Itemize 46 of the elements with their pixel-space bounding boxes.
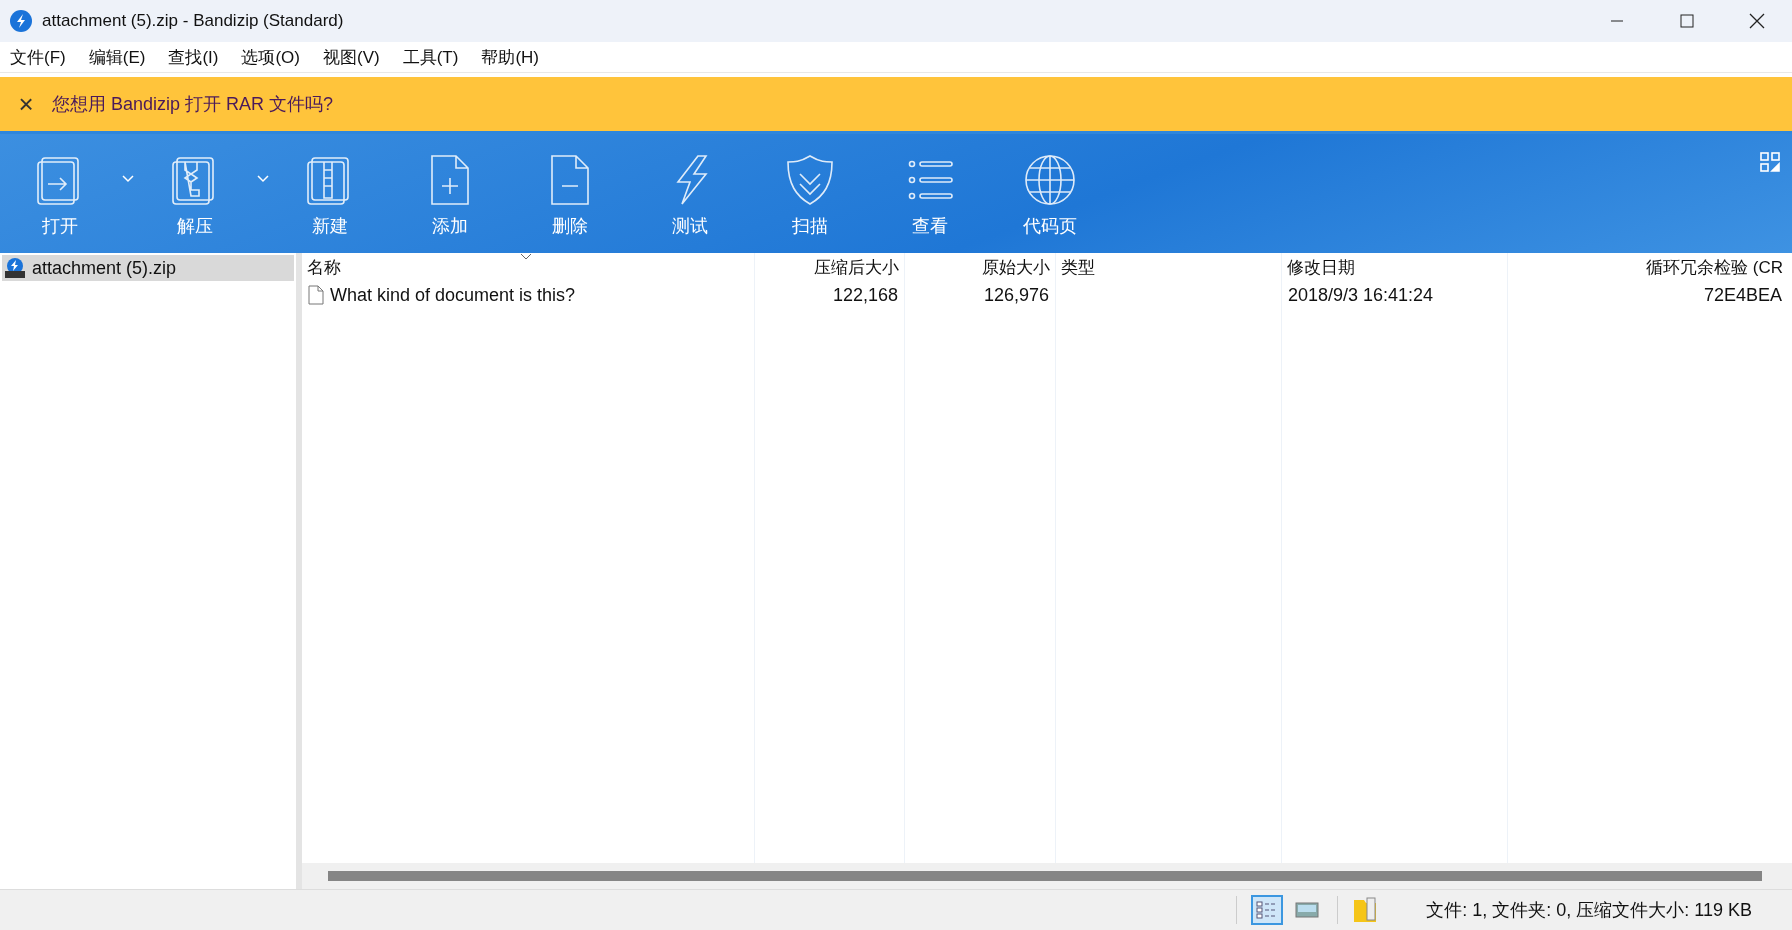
table-cell-text: 122,168 bbox=[831, 284, 899, 307]
details-view-button[interactable] bbox=[1251, 895, 1284, 925]
caret-icon bbox=[256, 175, 269, 183]
column-header[interactable]: 修改日期 bbox=[1282, 253, 1360, 281]
table-cell-text: 2018/9/3 16:41:24 bbox=[1287, 284, 1435, 307]
menu-item[interactable]: 选项(O) bbox=[233, 45, 308, 69]
sidebar-label: attachment (5).zip bbox=[32, 257, 177, 279]
table-cell-text: 126,976 bbox=[982, 284, 1050, 307]
column-header[interactable]: 压缩后大小 bbox=[809, 253, 904, 281]
status-text: 文件: 1, 文件夹: 0, 压缩文件大小: 119 KB bbox=[1426, 899, 1752, 922]
column-header[interactable]: 名称 bbox=[302, 253, 346, 281]
table-cell: What kind of document is this? bbox=[302, 281, 582, 309]
toolbar-button[interactable]: 测试 bbox=[640, 134, 740, 253]
maximize-icon bbox=[1680, 14, 1694, 28]
horizontal-scrollbar[interactable] bbox=[302, 863, 1792, 889]
column-header[interactable]: 循环冗余检验 (CR bbox=[1641, 253, 1788, 281]
menu-item[interactable]: 视图(V) bbox=[315, 45, 388, 69]
banner-message: 您想用 Bandizip 打开 RAR 文件吗? bbox=[52, 93, 334, 116]
column-header[interactable]: 原始大小 bbox=[977, 253, 1055, 281]
menu-item[interactable]: 查找(I) bbox=[160, 45, 227, 69]
folder-icon bbox=[1352, 896, 1379, 924]
sidebar-item[interactable]: attachment (5).zip bbox=[2, 255, 294, 281]
table-cell-text: 72E4BEA bbox=[1702, 284, 1783, 307]
menu-item[interactable]: 编辑(E) bbox=[80, 45, 154, 69]
menu-item[interactable]: 帮助(H) bbox=[473, 45, 547, 69]
banner-close-button[interactable]: × bbox=[0, 88, 52, 120]
caret-icon bbox=[121, 175, 134, 183]
column-header[interactable]: 类型 bbox=[1056, 253, 1100, 281]
menu-item[interactable]: 工具(T) bbox=[394, 45, 467, 69]
toolbar-button[interactable]: 解压 bbox=[145, 134, 245, 253]
toolbar-button[interactable]: 代码页 bbox=[1000, 134, 1100, 253]
app-logo-icon bbox=[10, 10, 32, 32]
archive-icon bbox=[4, 257, 26, 279]
menu-item[interactable]: 文件(F) bbox=[2, 45, 74, 69]
file-icon bbox=[308, 285, 324, 305]
toolbar-button[interactable]: 查看 bbox=[880, 134, 980, 253]
picture-icon bbox=[1295, 901, 1320, 919]
codepage-icon bbox=[1022, 152, 1078, 208]
toolbar-button[interactable]: 删除 bbox=[520, 134, 620, 253]
toolbar-button[interactable]: 添加 bbox=[400, 134, 500, 253]
toolbar-button[interactable]: 新建 bbox=[280, 134, 380, 253]
toolbar-button[interactable]: 打开 bbox=[10, 134, 110, 253]
layout-grid-icon[interactable] bbox=[1760, 152, 1780, 172]
window-title: attachment (5).zip - Bandizip (Standard) bbox=[42, 11, 345, 31]
close-icon bbox=[1749, 13, 1765, 29]
toolbar-button[interactable]: 扫描 bbox=[760, 134, 860, 253]
